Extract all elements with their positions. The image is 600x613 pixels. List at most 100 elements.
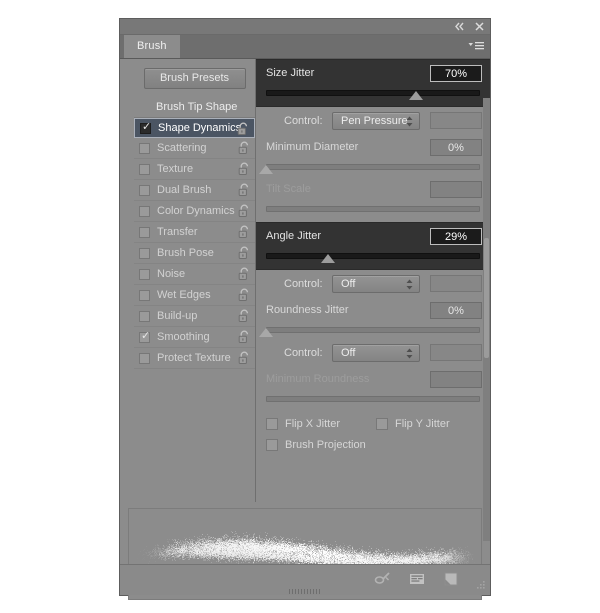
unlocked-padlock-icon[interactable] bbox=[238, 246, 251, 260]
angle-jitter-value[interactable]: 29% bbox=[430, 228, 482, 245]
scrollbar-thumb[interactable] bbox=[484, 238, 489, 358]
footer-icons bbox=[374, 570, 460, 588]
flip-y-jitter-label: Flip Y Jitter bbox=[395, 418, 450, 430]
sidebar-item-dual-brush[interactable]: Dual Brush bbox=[134, 180, 255, 201]
roundness-jitter-slider[interactable] bbox=[266, 323, 480, 339]
option-checkbox[interactable] bbox=[139, 248, 150, 259]
brush-projection-row: Brush Projection bbox=[256, 437, 490, 458]
option-checkbox[interactable] bbox=[139, 143, 150, 154]
panel-tab-row: Brush bbox=[120, 35, 490, 59]
sidebar-item-color-dynamics[interactable]: Color Dynamics bbox=[134, 201, 255, 222]
option-label: Smoothing bbox=[157, 331, 210, 343]
drag-handle-icon[interactable] bbox=[289, 589, 321, 594]
option-label: Color Dynamics bbox=[157, 205, 235, 217]
option-checkbox[interactable] bbox=[139, 353, 150, 364]
sidebar-item-noise[interactable]: Noise bbox=[134, 264, 255, 285]
tilt-scale-slider bbox=[266, 202, 480, 218]
size-jitter-knob[interactable] bbox=[409, 91, 423, 100]
unlocked-padlock-icon[interactable] bbox=[238, 204, 251, 218]
panel-footer bbox=[120, 564, 490, 595]
angle-control-value: Off bbox=[341, 276, 355, 293]
angle-jitter-slider[interactable] bbox=[266, 249, 480, 265]
angle-control-spacer bbox=[430, 275, 482, 292]
flip-y-jitter-checkbox[interactable]: Flip Y Jitter bbox=[376, 418, 450, 430]
unlocked-padlock-icon[interactable] bbox=[238, 309, 251, 323]
minimum-diameter-value[interactable]: 0% bbox=[430, 139, 482, 156]
size-jitter-slider[interactable] bbox=[266, 86, 480, 102]
tilt-scale-row: Tilt Scale bbox=[256, 176, 490, 202]
panel-menu-icon[interactable] bbox=[468, 40, 484, 53]
option-checkbox[interactable] bbox=[139, 206, 150, 217]
roundness-control-spacer bbox=[430, 344, 482, 361]
unlocked-padlock-icon[interactable] bbox=[238, 288, 251, 302]
roundness-control-value: Off bbox=[341, 345, 355, 362]
minimum-roundness-value bbox=[430, 371, 482, 388]
size-control-value: Pen Pressure bbox=[341, 113, 408, 130]
option-checkbox[interactable] bbox=[139, 269, 150, 280]
unlocked-padlock-icon[interactable] bbox=[238, 351, 251, 365]
check-icon: ✓ bbox=[141, 331, 150, 342]
settings-scrollbar[interactable] bbox=[483, 98, 490, 541]
unlocked-padlock-icon[interactable] bbox=[237, 122, 250, 136]
roundness-jitter-knob[interactable] bbox=[259, 328, 273, 337]
size-jitter-value[interactable]: 70% bbox=[430, 65, 482, 82]
option-label: Wet Edges bbox=[157, 289, 211, 301]
sidebar-item-shape-dynamics[interactable]: ✓ Shape Dynamics bbox=[134, 118, 255, 138]
sidebar-item-texture[interactable]: Texture bbox=[134, 159, 255, 180]
unlocked-padlock-icon[interactable] bbox=[238, 267, 251, 281]
brush-presets-panel-icon[interactable] bbox=[408, 570, 426, 588]
sidebar-item-smoothing[interactable]: ✓ Smoothing bbox=[134, 327, 255, 348]
option-checkbox[interactable] bbox=[139, 185, 150, 196]
angle-control-select[interactable]: Off bbox=[332, 275, 420, 293]
minimum-diameter-row: Minimum Diameter 0% bbox=[256, 134, 490, 160]
tilt-scale-track bbox=[266, 206, 480, 212]
flip-x-jitter-checkbox[interactable]: Flip X Jitter bbox=[266, 418, 340, 430]
sidebar-item-build-up[interactable]: Build-up bbox=[134, 306, 255, 327]
brush-presets-button[interactable]: Brush Presets bbox=[144, 68, 246, 89]
close-icon[interactable] bbox=[474, 21, 485, 32]
minimum-diameter-slider[interactable] bbox=[266, 160, 480, 176]
size-control-select[interactable]: Pen Pressure bbox=[332, 112, 420, 130]
new-brush-preset-icon[interactable] bbox=[442, 570, 460, 588]
angle-jitter-knob[interactable] bbox=[321, 254, 335, 263]
unlocked-padlock-icon[interactable] bbox=[238, 183, 251, 197]
option-checkbox[interactable] bbox=[139, 290, 150, 301]
shape-dynamics-settings: Size Jitter 70% Control: Pen Pressure bbox=[256, 59, 490, 502]
angle-jitter-section: Angle Jitter 29% bbox=[256, 222, 490, 270]
presets-button-wrap: Brush Presets bbox=[134, 59, 255, 97]
unlocked-padlock-icon[interactable] bbox=[238, 225, 251, 239]
option-checkbox[interactable]: ✓ bbox=[140, 123, 151, 134]
sidebar-item-protect-texture[interactable]: Protect Texture bbox=[134, 348, 255, 369]
unlocked-padlock-icon[interactable] bbox=[238, 141, 251, 155]
option-label: Shape Dynamics bbox=[158, 122, 241, 134]
minimum-diameter-knob[interactable] bbox=[259, 165, 273, 174]
option-checkbox[interactable] bbox=[139, 164, 150, 175]
roundness-control-select[interactable]: Off bbox=[332, 344, 420, 362]
unlocked-padlock-icon[interactable] bbox=[238, 330, 251, 344]
size-control-spacer bbox=[430, 112, 482, 129]
sidebar-item-brush-tip-shape[interactable]: Brush Tip Shape bbox=[134, 97, 255, 118]
roundness-jitter-value[interactable]: 0% bbox=[430, 302, 482, 319]
collapse-double-arrow-icon[interactable] bbox=[454, 21, 465, 32]
option-checkbox[interactable] bbox=[139, 311, 150, 322]
sidebar-item-transfer[interactable]: Transfer bbox=[134, 222, 255, 243]
brush-projection-checkbox[interactable]: Brush Projection bbox=[266, 439, 366, 451]
sidebar-item-wet-edges[interactable]: Wet Edges bbox=[134, 285, 255, 306]
sidebar-item-scattering[interactable]: Scattering bbox=[134, 138, 255, 159]
resize-grip-icon[interactable] bbox=[474, 580, 486, 592]
tilt-scale-section: Tilt Scale bbox=[256, 176, 490, 222]
unlocked-padlock-icon[interactable] bbox=[238, 162, 251, 176]
brush-options-list: ✓ Shape Dynamics Scattering Texture Dual Bru… bbox=[134, 118, 255, 369]
option-label: Texture bbox=[157, 163, 193, 175]
flip-x-jitter-label: Flip X Jitter bbox=[285, 418, 340, 430]
minimum-roundness-section: Minimum Roundness bbox=[256, 366, 490, 416]
tab-brush[interactable]: Brush bbox=[124, 35, 180, 58]
sidebar-item-brush-pose[interactable]: Brush Pose bbox=[134, 243, 255, 264]
live-tip-brush-preview-icon[interactable] bbox=[374, 570, 392, 588]
option-checkbox[interactable] bbox=[139, 227, 150, 238]
option-label: Brush Pose bbox=[157, 247, 214, 259]
panel-body: Brush Presets Brush Tip Shape ✓ Shape Dyn… bbox=[120, 59, 490, 502]
size-jitter-row: Size Jitter 70% bbox=[256, 60, 490, 86]
flip-x-jitter-box bbox=[266, 418, 278, 430]
option-checkbox[interactable]: ✓ bbox=[139, 332, 150, 343]
